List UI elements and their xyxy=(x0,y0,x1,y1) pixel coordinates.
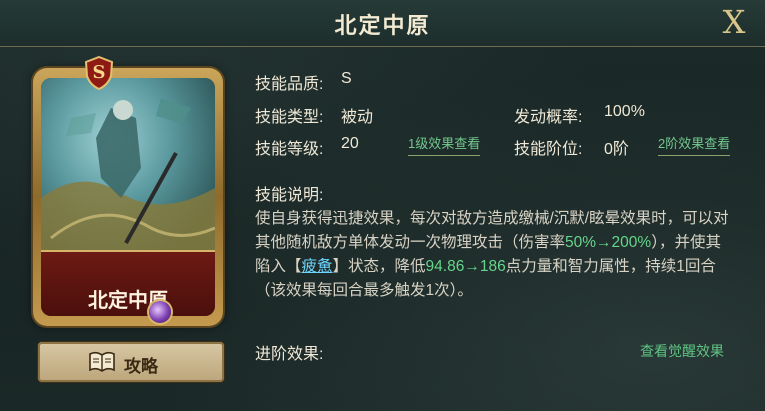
level1-effect-link[interactable]: 1级效果查看 xyxy=(408,133,481,156)
level-value: 20 xyxy=(341,135,359,152)
rank-badge: S xyxy=(84,56,114,90)
card-nameplate: 北定中原 xyxy=(41,250,215,316)
attribute-reduction: 94.86→186 xyxy=(425,258,506,275)
skill-detail-panel: 北定中原 X 北定中原 S 攻略 技能品质: S 技能类型: 被动 发动概率: … xyxy=(0,0,765,411)
tier-label: 技能阶位: xyxy=(514,141,583,158)
advanced-effect-label: 进阶效果: xyxy=(255,346,324,363)
view-awakening-link[interactable]: 查看觉醒效果 xyxy=(640,341,724,361)
trigger-value: 100% xyxy=(604,103,645,120)
guide-button[interactable]: 攻略 xyxy=(38,342,224,382)
general-illustration-icon xyxy=(41,98,215,250)
rank-letter: S xyxy=(92,62,106,83)
skill-description: 使自身获得迅捷效果，每次对敌方造成缴械/沉默/眩晕效果时，可以对其他随机敌方单体… xyxy=(255,207,735,303)
fatigue-keyword-link[interactable]: 疲惫 xyxy=(302,258,333,275)
quality-value: S xyxy=(341,70,352,87)
trigger-label: 发动概率: xyxy=(514,109,583,126)
card-artwork xyxy=(41,78,215,250)
tier-value: 0阶 xyxy=(604,141,629,158)
guide-button-label: 攻略 xyxy=(124,357,158,376)
skill-card: 北定中原 xyxy=(33,68,223,326)
purple-orb-icon xyxy=(149,301,171,323)
description-label: 技能说明: xyxy=(255,187,324,204)
header-bar: 北定中原 X xyxy=(0,0,765,47)
quality-label: 技能品质: xyxy=(255,76,324,93)
close-button[interactable]: X xyxy=(717,4,751,40)
level-label: 技能等级: xyxy=(255,141,324,158)
damage-rate: 50%→200% xyxy=(565,234,652,251)
description-text-3: 】状态，降低 xyxy=(332,258,426,275)
tier2-effect-link[interactable]: 2阶效果查看 xyxy=(658,133,731,156)
card-frame: 北定中原 xyxy=(41,78,215,316)
page-title: 北定中原 xyxy=(334,13,431,38)
type-value: 被动 xyxy=(341,109,374,126)
book-icon xyxy=(89,351,115,372)
card-name: 北定中原 xyxy=(88,290,168,312)
type-label: 技能类型: xyxy=(255,109,324,126)
